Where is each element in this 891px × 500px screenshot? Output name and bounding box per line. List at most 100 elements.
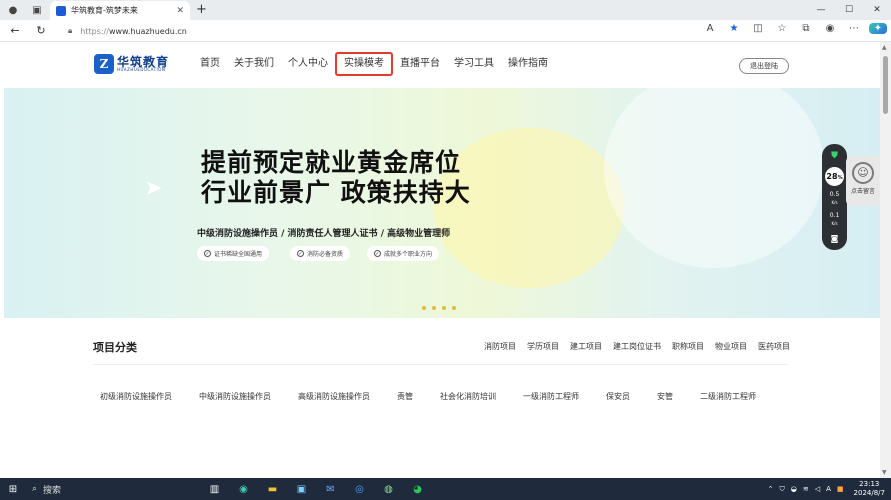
search-app-icon[interactable]: ◎ (345, 484, 374, 495)
banner-decor-2 (604, 88, 824, 268)
site-logo[interactable]: Z 华筑教育 HUAZHUEDUCATION (94, 54, 169, 74)
maximize-icon[interactable]: ☐ (835, 0, 863, 20)
read-aloud-icon[interactable]: A (701, 23, 719, 34)
url-field[interactable]: 🔒︎ https:// www.huazhuedu.cn (68, 22, 708, 40)
course-item[interactable]: 二级消防工程师 (700, 391, 756, 402)
carousel-dot[interactable] (432, 306, 436, 310)
banner-pill: ✓ 成就多个职业方向 (367, 246, 440, 261)
clock[interactable]: 23:13 2024/8/7 (854, 480, 885, 498)
online-service-button[interactable]: ☺ 点击留言 (846, 156, 880, 206)
course-item[interactable]: 安管 (657, 391, 673, 402)
collections-icon[interactable]: ⧉ (797, 23, 815, 34)
logout-button[interactable]: 退出登陆 (739, 58, 789, 74)
scroll-up-icon[interactable]: ▲ (882, 44, 887, 51)
tray-chevron-icon[interactable]: ⌃ (768, 485, 774, 493)
shield-icon: ⛊ (831, 151, 838, 161)
tab-actions-icon[interactable]: ▣ (30, 3, 44, 17)
edge-browser-icon[interactable]: ◉ (229, 484, 258, 495)
page-scrollbar[interactable]: ▲ ▼ (880, 42, 891, 478)
nav-personal-center[interactable]: 个人中心 (281, 52, 335, 76)
upload-speed: 0.5 K/s (829, 191, 840, 205)
extension-icon[interactable]: ◉ (821, 23, 839, 34)
refresh-icon[interactable]: ↻ (30, 24, 52, 37)
more-icon[interactable]: ⋯ (845, 23, 863, 34)
nav-about[interactable]: 关于我们 (227, 52, 281, 76)
split-screen-icon[interactable]: ◫ (749, 23, 767, 34)
browser-tab[interactable]: 华筑教育-筑梦未来 ✕ (50, 1, 190, 20)
site-header: Z 华筑教育 HUAZHUEDUCATION 首页 关于我们 个人中心 实操模考… (0, 42, 880, 88)
category-link[interactable]: 学历项目 (527, 341, 559, 352)
course-item[interactable]: 高级消防设施操作员 (298, 391, 370, 402)
wechat-icon[interactable]: ◕ (403, 484, 432, 495)
hero-banner[interactable]: ➤ 提前预定就业黄金席位 行业前景广 政策扶持大 中级消防设施操作员 / 消防责… (4, 88, 880, 318)
carousel-dot[interactable] (442, 306, 446, 310)
new-tab-icon[interactable]: + (196, 2, 207, 17)
camera-icon[interactable]: ◙ (822, 234, 847, 243)
category-link[interactable]: 建工岗位证书 (613, 341, 661, 352)
scroll-down-icon[interactable]: ▼ (882, 469, 887, 476)
favorites-icon[interactable]: ☆ (773, 23, 791, 34)
banner-pill: ✓ 消防必备资质 (290, 246, 351, 261)
store-icon[interactable]: ▣ (287, 484, 316, 495)
wifi-icon[interactable]: ≋ (803, 485, 809, 493)
taskbar-search[interactable]: ⌕ 搜索 (26, 478, 186, 500)
banner-headline-1: 提前预定就业黄金席位 (201, 148, 462, 177)
shield-tray-icon[interactable]: ⛉ (780, 485, 785, 494)
site-favicon-icon (56, 5, 66, 16)
banner-subline: 中级消防设施操作员 / 消防责任人管理人证书 / 高级物业管理师 (197, 229, 451, 239)
course-item[interactable]: 保安员 (606, 391, 630, 402)
scroll-thumb[interactable] (883, 56, 888, 114)
system-tray: ⌃ ⛉ ◒ ≋ ◁ A ■ 23:13 2024/8/7 (762, 478, 885, 500)
logo-subtext: HUAZHUEDUCATION (117, 67, 166, 72)
course-item[interactable]: 责管 (397, 391, 413, 402)
clock-time: 23:13 (859, 480, 880, 488)
url-host: www.huazhuedu.cn (108, 26, 187, 36)
browser-app-icon[interactable]: ◍ (374, 484, 403, 495)
banner-headline: 提前预定就业黄金席位 行业前景广 政策扶持大 (201, 148, 471, 208)
profile-icon[interactable]: ● (6, 3, 20, 17)
category-link[interactable]: 医药项目 (758, 341, 790, 352)
category-link[interactable]: 物业项目 (715, 341, 747, 352)
windows-start-icon[interactable]: ⊞ (0, 484, 26, 495)
lock-icon[interactable]: 🔒︎ (68, 26, 72, 36)
volume-icon[interactable]: ◁ (815, 485, 820, 493)
input-method[interactable]: A (826, 485, 831, 493)
carousel-dot[interactable] (452, 306, 456, 310)
search-label: 搜索 (43, 485, 62, 496)
pill-label: 消防必备资质 (307, 251, 344, 258)
app-tray-icon[interactable]: ■ (837, 485, 844, 493)
course-item[interactable]: 中级消防设施操作员 (199, 391, 271, 402)
course-item[interactable]: 初级消防设施操作员 (100, 391, 172, 402)
carousel-dot[interactable] (422, 306, 426, 310)
copilot-icon[interactable]: ✦ (869, 23, 887, 34)
course-item[interactable]: 社会化消防培训 (440, 391, 496, 402)
window-controls: — ☐ ✕ (807, 0, 891, 20)
browser-tab-strip: ● ▣ 华筑教育-筑梦未来 ✕ + — ☐ ✕ (0, 0, 891, 20)
nav-live[interactable]: 直播平台 (393, 52, 447, 76)
network-speed-widget[interactable]: ⛊ 28% 0.5 K/s 0.1 K/s ◙ (822, 144, 847, 250)
mail-icon[interactable]: ✉ (316, 484, 345, 495)
task-view-icon[interactable]: ▥ (200, 484, 229, 495)
nav-guide[interactable]: 操作指南 (501, 52, 555, 76)
close-window-icon[interactable]: ✕ (863, 0, 891, 20)
file-explorer-icon[interactable]: ▬ (258, 484, 287, 495)
carousel-dots (422, 306, 456, 310)
close-tab-icon[interactable]: ✕ (176, 6, 184, 16)
course-item[interactable]: 一级消防工程师 (523, 391, 579, 402)
network-icon[interactable]: ◒ (791, 485, 797, 493)
nav-study-tools[interactable]: 学习工具 (447, 52, 501, 76)
banner-headline-2: 行业前景广 政策扶持大 (201, 178, 471, 207)
nav-practice-exam[interactable]: 实操模考 (335, 52, 393, 76)
category-link[interactable]: 职称项目 (672, 341, 704, 352)
favorite-star-icon[interactable]: ★ (725, 23, 743, 34)
clock-date: 2024/8/7 (853, 489, 885, 497)
nav-home[interactable]: 首页 (193, 52, 227, 76)
back-icon[interactable]: ← (4, 24, 26, 37)
category-link[interactable]: 消防项目 (484, 341, 516, 352)
customer-service-icon: ☺ (852, 162, 874, 184)
category-link[interactable]: 建工项目 (570, 341, 602, 352)
taskbar: ⊞ ⌕ 搜索 ▥ ◉ ▬ ▣ ✉ ◎ ◍ ◕ ⌃ ⛉ ◒ ≋ ◁ A ■ 23:… (0, 478, 891, 500)
divider (93, 364, 789, 365)
main-nav: 首页 关于我们 个人中心 实操模考 直播平台 学习工具 操作指南 (193, 52, 555, 76)
minimize-icon[interactable]: — (807, 0, 835, 20)
